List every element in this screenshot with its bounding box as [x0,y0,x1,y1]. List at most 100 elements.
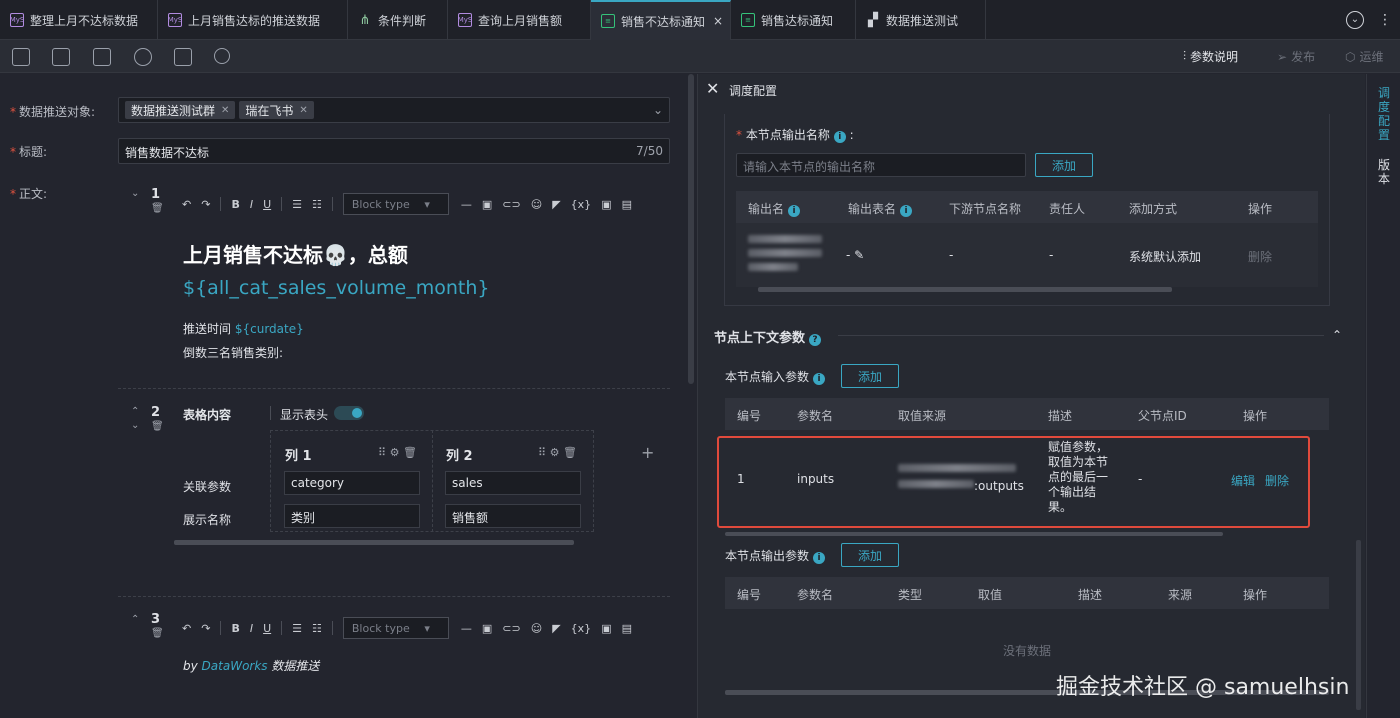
refresh-icon[interactable] [134,48,152,66]
ordered-list-icon[interactable]: ☷ [312,198,322,211]
undo-icon[interactable]: ↶ [182,198,191,211]
target-select[interactable]: 数据推送测试群 ✕ 瑞在飞书 ✕ ⌄ [118,97,670,123]
publish-button[interactable]: ➢ 发布 [1277,48,1315,65]
delete-link[interactable]: 删除 [1248,248,1272,265]
bold-icon[interactable]: B [231,198,239,211]
drag-icon[interactable]: ⠿ [378,446,386,459]
redo-icon[interactable]: ↷ [201,198,210,211]
show-header-toggle[interactable] [334,406,364,420]
chevron-down-icon[interactable]: ⌄ [653,103,663,117]
gear-icon[interactable]: ⚙ [550,446,560,459]
tab-item[interactable]: ▞ 数据推送测试 [856,0,986,40]
variable-icon[interactable]: {x} [571,198,592,211]
gear-icon[interactable]: ⚙ [390,446,400,459]
add-column-icon[interactable]: + [641,443,654,462]
tab-item[interactable]: MyS 整理上月不达标数据 [0,0,158,40]
variable-icon[interactable]: {x} [571,622,592,635]
chevron-down-icon[interactable]: ⌄ [131,188,139,199]
cell-input[interactable]: sales [445,471,581,495]
more-icon[interactable]: ⋮ [1378,12,1392,28]
tab-active[interactable]: ≡ 销售不达标通知 × [591,0,731,40]
link-icon[interactable]: ⊂⊃ [502,622,520,635]
italic-icon[interactable]: I [250,622,253,635]
v-scrollbar[interactable] [1356,540,1361,710]
tab-item[interactable]: ≡ 销售达标通知 [731,0,856,40]
drag-icon[interactable]: ⠿ [538,446,546,459]
trash-icon[interactable]: 🗑 [151,203,164,214]
info-icon[interactable]: i [900,205,913,217]
image-icon[interactable]: ▣ [482,622,492,635]
pointer-icon[interactable]: ◤ [552,622,560,635]
italic-icon[interactable]: I [250,198,253,211]
close-icon[interactable]: ✕ [221,105,229,116]
sidebar-tab-version[interactable]: 版本 [1378,158,1392,186]
v-scrollbar[interactable] [688,74,694,384]
hr-icon[interactable]: — [461,198,472,211]
info-icon[interactable]: i [813,373,826,385]
block-type-select[interactable]: Block type ▾ [342,617,449,639]
info-icon[interactable]: ? [809,334,822,346]
cell-input[interactable]: 类别 [284,504,420,528]
chevron-up-icon[interactable]: ⌃ [131,614,139,625]
emoji-icon[interactable]: ☺ [531,622,542,635]
close-icon[interactable]: ✕ [299,105,307,116]
close-icon[interactable]: × [713,14,723,28]
h-scrollbar[interactable] [174,540,574,545]
preview-icon[interactable]: ▣ [601,198,611,211]
edit-link[interactable]: 编辑 [1231,472,1255,489]
output-name-input[interactable]: 请输入本节点的输出名称 [736,153,1026,177]
underline-icon[interactable]: U [263,622,271,635]
settings-doc-icon[interactable] [174,48,192,66]
emoji-icon[interactable]: ☺ [531,198,542,211]
image-icon[interactable]: ▣ [482,198,492,211]
chevron-down-icon[interactable]: ⌄ [1346,11,1364,29]
block-type-select[interactable]: Block type ▾ [342,193,449,215]
ordered-list-icon[interactable]: ☷ [312,622,322,635]
column-header: 编号 [737,588,762,602]
info-icon[interactable]: i [833,131,846,143]
params-button[interactable]: ⫶ 参数说明 [1183,48,1238,65]
bold-icon[interactable]: B [231,622,239,635]
trash-icon[interactable]: 🗑 [151,421,164,432]
preview-icon[interactable]: ▣ [601,622,611,635]
add-output-button[interactable]: 添加 [1035,153,1093,177]
cell-input[interactable]: category [284,471,420,495]
bullet-list-icon[interactable]: ☰ [292,622,302,635]
undo-icon[interactable]: ↶ [182,622,191,635]
output-table-name: - ✎ [846,248,865,262]
code-icon[interactable]: ▤ [622,198,632,211]
tab-item[interactable]: MyS 查询上月销售额 [448,0,591,40]
add-output-param-button[interactable]: 添加 [841,543,899,567]
trash-icon[interactable]: 🗑 [403,446,417,459]
chevron-down-icon[interactable]: ⌄ [131,420,139,431]
save-icon[interactable] [12,48,30,66]
pointer-icon[interactable]: ◤ [552,198,560,211]
chevron-up-icon[interactable]: ⌃ [1332,328,1342,342]
delete-link[interactable]: 删除 [1265,472,1289,489]
add-input-button[interactable]: 添加 [841,364,899,388]
cell-input[interactable]: 销售额 [445,504,581,528]
bullet-list-icon[interactable]: ☰ [292,198,302,211]
chevron-up-icon[interactable]: ⌃ [131,406,139,417]
trash-icon[interactable]: 🗑 [151,628,164,639]
info-icon[interactable]: i [813,552,826,564]
tab-item[interactable]: MyS 上月销售达标的推送数据 [158,0,348,40]
layout-icon[interactable] [93,48,111,66]
edit-icon[interactable]: ✎ [854,248,864,262]
upload-icon[interactable] [52,48,70,66]
underline-icon[interactable]: U [263,198,271,211]
share-node-icon[interactable] [214,48,230,64]
code-icon[interactable]: ▤ [622,622,632,635]
tab-item[interactable]: ⋔ 条件判断 [348,0,448,40]
ops-button[interactable]: ⬡ 运维 [1345,48,1384,65]
info-icon[interactable]: i [788,205,801,217]
redo-icon[interactable]: ↷ [201,622,210,635]
sidebar-tab-schedule[interactable]: 调度配置 [1378,86,1392,142]
h-scrollbar[interactable] [725,532,1223,536]
hr-icon[interactable]: — [461,622,472,635]
h-scrollbar[interactable] [758,287,1172,292]
close-icon[interactable]: ✕ [706,79,719,98]
trash-icon[interactable]: 🗑 [563,446,577,459]
link-icon[interactable]: ⊂⊃ [502,198,520,211]
title-input[interactable]: 销售数据不达标 7/50 [118,138,670,164]
